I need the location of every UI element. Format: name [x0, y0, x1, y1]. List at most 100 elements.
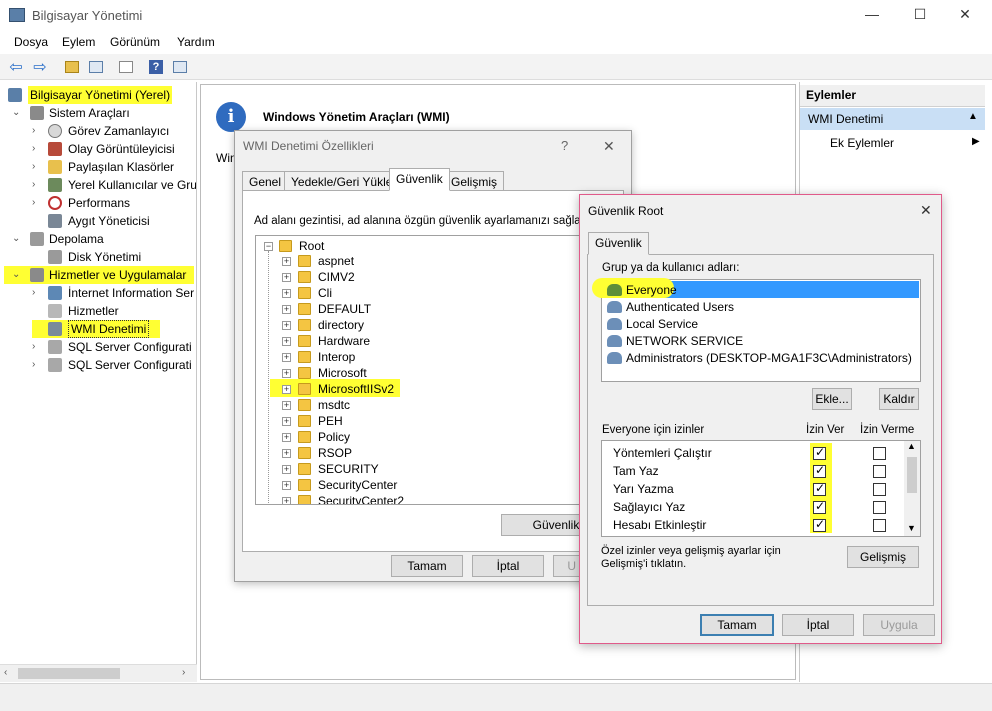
- namespace-row[interactable]: + Interop: [256, 350, 616, 366]
- up-folder-button[interactable]: [62, 57, 82, 76]
- deny-checkbox[interactable]: [873, 447, 886, 460]
- expand-icon[interactable]: +: [282, 401, 291, 410]
- tree-item-wmi-denetimi[interactable]: WMI Denetimi: [0, 320, 196, 338]
- expand-icon[interactable]: +: [282, 337, 291, 346]
- vertical-scrollbar[interactable]: ▲ ▼: [904, 441, 920, 536]
- tab-guvenlik[interactable]: Güvenlik: [588, 232, 649, 255]
- chevron-down-icon[interactable]: ⌄: [12, 230, 22, 248]
- expand-icon[interactable]: +: [282, 289, 291, 298]
- deny-checkbox[interactable]: [873, 483, 886, 496]
- expand-icon[interactable]: +: [282, 449, 291, 458]
- dialog-close-button[interactable]: ✕: [603, 138, 615, 155]
- minimize-button[interactable]: —: [862, 6, 882, 24]
- deny-checkbox[interactable]: [873, 501, 886, 514]
- expand-icon[interactable]: +: [282, 481, 291, 490]
- properties-button[interactable]: [116, 57, 136, 76]
- apply-button[interactable]: U: [553, 555, 581, 577]
- chevron-right-icon[interactable]: ›: [32, 140, 42, 158]
- expand-icon[interactable]: +: [282, 353, 291, 362]
- tree-item-depolama[interactable]: ⌄ Depolama: [0, 230, 196, 248]
- chevron-right-icon[interactable]: ›: [32, 284, 42, 302]
- expand-icon[interactable]: +: [282, 369, 291, 378]
- namespace-row[interactable]: + Policy: [256, 430, 616, 446]
- allow-checkbox[interactable]: [813, 445, 826, 460]
- menu-gorunum[interactable]: Görünüm: [110, 35, 160, 49]
- scrollbar-thumb[interactable]: [907, 457, 917, 493]
- show-tree-button[interactable]: [86, 57, 106, 76]
- namespace-row[interactable]: + PEH: [256, 414, 616, 430]
- menu-dosya[interactable]: Dosya: [14, 35, 48, 49]
- tree-item-iis[interactable]: › İnternet Information Ser: [0, 284, 196, 302]
- tree-item-sql-config-1[interactable]: › SQL Server Configurati: [0, 338, 196, 356]
- tab-guvenlik[interactable]: Güvenlik: [389, 168, 450, 191]
- namespace-row[interactable]: + DEFAULT: [256, 302, 616, 318]
- namespace-row[interactable]: + RSOP: [256, 446, 616, 462]
- tab-gelismis[interactable]: Gelişmiş: [444, 171, 505, 191]
- tree-item-paylasilan-klasorler[interactable]: › Paylaşılan Klasörler: [0, 158, 196, 176]
- tree-item-gorev-zamanlayici[interactable]: › Görev Zamanlayıcı: [0, 122, 196, 140]
- namespace-row[interactable]: + SecurityCenter: [256, 478, 616, 494]
- namespace-row[interactable]: + aspnet: [256, 254, 616, 270]
- allow-checkbox[interactable]: [813, 517, 826, 532]
- chevron-right-icon[interactable]: ›: [32, 194, 42, 212]
- chevron-right-icon[interactable]: ›: [32, 356, 42, 374]
- allow-checkbox[interactable]: [813, 499, 826, 514]
- allow-checkbox[interactable]: [813, 481, 826, 496]
- more-actions[interactable]: Ek Eylemler ▶: [830, 136, 980, 150]
- horizontal-scrollbar[interactable]: ‹ ›: [0, 664, 197, 682]
- menu-yardim[interactable]: Yardım: [177, 35, 215, 49]
- tree-root[interactable]: Bilgisayar Yönetimi (Yerel): [6, 86, 173, 104]
- apply-button[interactable]: Uygula: [863, 614, 935, 636]
- scroll-left-icon[interactable]: ‹: [4, 667, 7, 678]
- cancel-button[interactable]: İptal: [782, 614, 854, 636]
- chevron-right-icon[interactable]: ›: [32, 158, 42, 176]
- remove-button[interactable]: Kaldır: [879, 388, 919, 410]
- expand-icon[interactable]: +: [282, 385, 291, 394]
- namespace-row[interactable]: + SECURITY: [256, 462, 616, 478]
- menu-eylem[interactable]: Eylem: [62, 35, 95, 49]
- ok-button[interactable]: Tamam: [700, 614, 774, 636]
- scroll-up-icon[interactable]: ▲: [907, 441, 916, 451]
- dialog-close-button[interactable]: ✕: [920, 202, 932, 219]
- chevron-down-icon[interactable]: ⌄: [12, 266, 22, 284]
- expand-icon[interactable]: +: [282, 257, 291, 266]
- expand-icon[interactable]: +: [282, 321, 291, 330]
- deny-checkbox[interactable]: [873, 465, 886, 478]
- namespace-row[interactable]: + SecurityCenter2: [256, 494, 616, 504]
- back-button[interactable]: ⇦: [6, 57, 26, 76]
- tree-item-hizmetler-uygulamalar[interactable]: ⌄ Hizmetler ve Uygulamalar: [0, 266, 196, 284]
- cancel-button[interactable]: İptal: [472, 555, 544, 577]
- scroll-right-icon[interactable]: ›: [182, 667, 185, 678]
- tree-item-sql-config-2[interactable]: › SQL Server Configurati: [0, 356, 196, 374]
- add-button[interactable]: Ekle...: [812, 388, 852, 410]
- namespace-row[interactable]: + CIMV2: [256, 270, 616, 286]
- deny-checkbox[interactable]: [873, 519, 886, 532]
- advanced-button[interactable]: Gelişmiş: [847, 546, 919, 568]
- expand-icon[interactable]: +: [282, 497, 291, 504]
- namespace-row[interactable]: + directory: [256, 318, 616, 334]
- expand-icon[interactable]: +: [282, 273, 291, 282]
- collapse-up-icon[interactable]: ▲: [968, 111, 978, 122]
- namespace-row[interactable]: + msdtc: [256, 398, 616, 414]
- expand-icon[interactable]: +: [282, 433, 291, 442]
- tree-item-aygit-yoneticisi[interactable]: Aygıt Yöneticisi: [0, 212, 196, 230]
- allow-checkbox[interactable]: [813, 463, 826, 478]
- chevron-right-icon[interactable]: ›: [32, 176, 42, 194]
- chevron-right-icon[interactable]: ›: [32, 122, 42, 140]
- collapse-root-icon[interactable]: −: [264, 242, 273, 251]
- tree-item-yerel-kullanicilar[interactable]: › Yerel Kullanıcılar ve Gru: [0, 176, 196, 194]
- namespace-row[interactable]: + MicrosoftIISv2: [256, 382, 616, 398]
- tab-genel[interactable]: Genel: [242, 171, 289, 191]
- actions-wmi-section[interactable]: WMI Denetimi ▲: [800, 108, 985, 130]
- tree-item-disk-yonetimi[interactable]: Disk Yönetimi: [0, 248, 196, 266]
- tree-item-olay-goruntuleyicisi[interactable]: › Olay Görüntüleyicisi: [0, 140, 196, 158]
- scrollbar-thumb[interactable]: [18, 668, 120, 679]
- show-action-pane-button[interactable]: [170, 57, 190, 76]
- help-button[interactable]: ?: [146, 57, 166, 76]
- tree-item-sistem-araclari[interactable]: ⌄ Sistem Araçları: [0, 104, 196, 122]
- close-button[interactable]: ✕: [955, 6, 975, 24]
- chevron-right-icon[interactable]: ›: [32, 338, 42, 356]
- namespace-row[interactable]: + Hardware: [256, 334, 616, 350]
- scroll-down-icon[interactable]: ▼: [907, 523, 916, 533]
- dialog-help-button[interactable]: ?: [561, 138, 568, 153]
